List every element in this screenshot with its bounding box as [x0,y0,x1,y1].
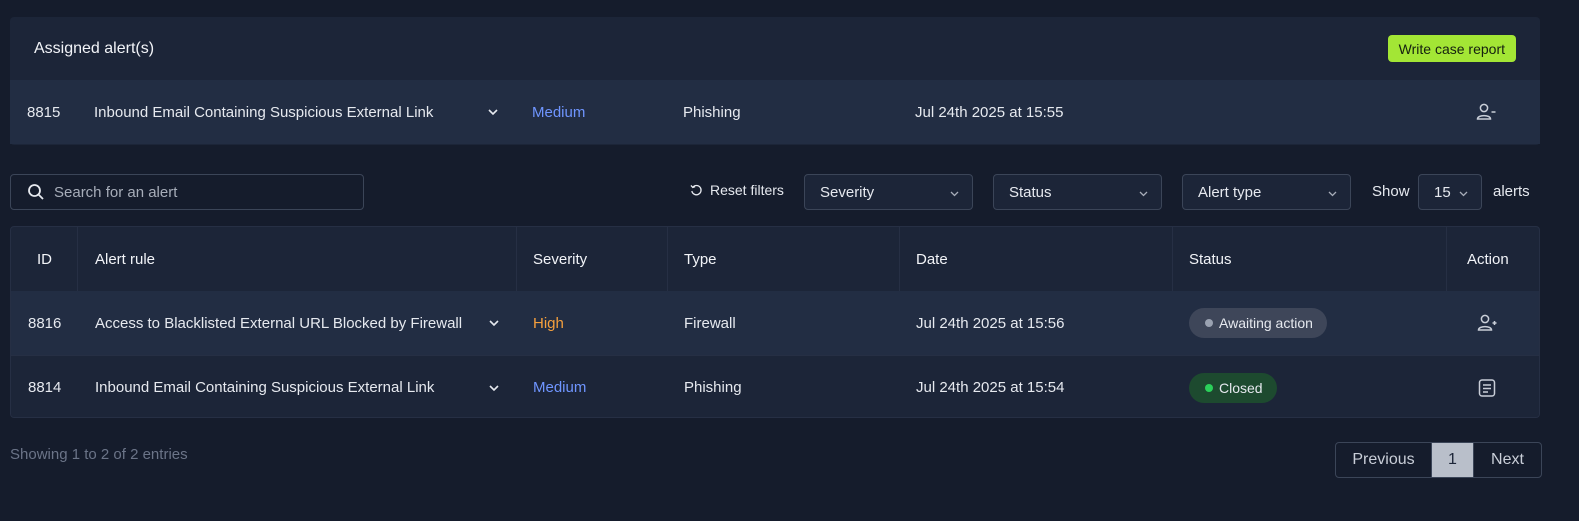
page-size-select[interactable]: 15 [1418,174,1482,210]
status-select[interactable]: Status [993,174,1162,210]
header-status[interactable]: Status [1189,227,1232,291]
chevron-down-icon [950,191,959,197]
chevron-down-icon [1139,191,1148,197]
alert-date: Jul 24th 2025 at 15:55 [915,103,1064,121]
alert-type-select-label: Alert type [1198,183,1262,201]
show-label: Show [1372,183,1410,200]
assigned-alert-row[interactable]: 8815 Inbound Email Containing Suspicious… [10,80,1540,144]
status-badge: Awaiting action [1189,291,1327,355]
chevron-down-icon[interactable] [486,80,500,144]
page-size-value: 15 [1434,183,1451,201]
severity-select[interactable]: Severity [804,174,973,210]
alert-rule: Access to Blacklisted External URL Block… [95,314,463,332]
alert-rule: Inbound Email Containing Suspicious Exte… [95,379,435,396]
entries-info: Showing 1 to 2 of 2 entries [10,446,188,463]
pagination: Previous 1 Next [1335,442,1542,478]
alert-severity: Medium [532,103,586,121]
table-header: ID Alert rule Severity Type Date Status … [11,227,1539,291]
alert-type-select[interactable]: Alert type [1182,174,1351,210]
alert-id: 8816 [28,314,62,332]
alerts-toolbar: Reset filters Severity Status Alert type… [10,174,1540,210]
write-case-report-button[interactable]: Write case report [1387,35,1516,62]
table-row[interactable]: 8814 Inbound Email Containing Suspicious… [11,355,1539,417]
search-icon [28,184,44,200]
header-alert-rule[interactable]: Alert rule [95,227,155,291]
alert-rule: Inbound Email Containing Suspicious Exte… [94,103,434,121]
status-badge-label: Closed [1219,379,1263,396]
assigned-alerts-panel: Assigned alert(s) Write case report 8815… [10,17,1540,145]
status-badge-label: Awaiting action [1219,315,1313,331]
alert-date: Jul 24th 2025 at 15:56 [916,314,1065,332]
header-date[interactable]: Date [916,227,948,291]
chevron-down-icon [1328,191,1337,197]
search-box[interactable] [10,174,364,210]
alert-severity: Medium [533,379,587,396]
header-id[interactable]: ID [37,227,52,291]
header-type[interactable]: Type [684,227,717,291]
reset-filters-label: Reset filters [710,182,784,198]
reset-filters-button[interactable]: Reset filters [690,182,784,198]
alert-id: 8814 [28,379,62,396]
assigned-alerts-title: Assigned alert(s) [34,39,155,57]
next-page-button[interactable]: Next [1473,443,1541,477]
search-input[interactable] [54,183,344,201]
chevron-down-icon[interactable] [487,356,501,417]
header-action: Action [1467,250,1509,268]
previous-page-button[interactable]: Previous [1336,443,1432,477]
status-badge: Closed [1189,356,1277,417]
assign-user-icon[interactable] [1476,291,1498,355]
status-select-label: Status [1009,183,1052,201]
alert-id: 8815 [27,103,61,121]
alerts-table: ID Alert rule Severity Type Date Status … [10,226,1540,418]
unassign-user-icon[interactable] [1475,80,1497,144]
alert-type: Phishing [684,379,742,396]
header-severity[interactable]: Severity [533,227,587,291]
chevron-down-icon[interactable] [487,291,501,355]
alert-date: Jul 24th 2025 at 15:54 [916,379,1065,396]
alert-type: Firewall [684,314,736,332]
page-1-button[interactable]: 1 [1432,443,1473,477]
table-row[interactable]: 8816 Access to Blacklisted External URL … [11,291,1539,355]
chevron-down-icon [1459,191,1468,197]
reset-icon [690,184,702,195]
alerts-label: alerts [1493,183,1530,200]
alert-type: Phishing [683,103,741,121]
alert-severity: High [533,314,564,332]
assigned-alerts-header: Assigned alert(s) Write case report [10,17,1540,80]
severity-select-label: Severity [820,183,875,201]
report-icon[interactable] [1476,356,1498,417]
